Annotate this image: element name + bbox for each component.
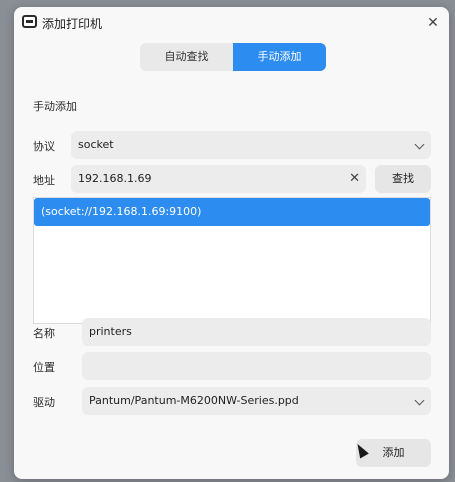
driver-value: Pantum/Pantum-M6200NW-Series.ppd	[89, 394, 299, 407]
protocol-value: socket	[78, 138, 114, 151]
close-icon[interactable]: ✕	[421, 11, 445, 35]
name-label: 名称	[33, 327, 55, 340]
tab-manual-add[interactable]: 手动添加	[233, 43, 326, 71]
chevron-down-icon	[414, 395, 425, 406]
address-input[interactable]: 192.168.1.69 ✕	[71, 165, 366, 193]
device-list: (socket://192.168.1.69:9100)	[33, 197, 431, 324]
driver-select[interactable]: Pantum/Pantum-M6200NW-Series.ppd	[82, 387, 431, 415]
name-input[interactable]: printers	[82, 318, 431, 346]
address-label: 地址	[33, 174, 55, 187]
search-button[interactable]: 查找	[375, 165, 431, 193]
window-title: 添加打印机	[42, 17, 103, 31]
location-input[interactable]	[82, 352, 431, 380]
tab-auto-find[interactable]: 自动查找	[140, 43, 233, 71]
protocol-select[interactable]: socket	[71, 131, 431, 159]
address-value: 192.168.1.69	[78, 172, 152, 185]
driver-label: 驱动	[33, 396, 55, 409]
list-item[interactable]: (socket://192.168.1.69:9100)	[34, 198, 430, 226]
name-value: printers	[89, 325, 132, 338]
chevron-down-icon	[414, 139, 425, 150]
protocol-label: 协议	[33, 140, 55, 153]
section-title: 手动添加	[33, 100, 77, 113]
printer-app-icon	[22, 15, 37, 28]
location-label: 位置	[33, 361, 55, 374]
mode-switch: 自动查找 手动添加	[140, 43, 326, 71]
add-printer-dialog: 添加打印机 ✕ 自动查找 手动添加 手动添加 协议 socket 地址 192.…	[14, 7, 449, 479]
clear-icon[interactable]: ✕	[349, 165, 360, 193]
titlebar: 添加打印机 ✕	[14, 7, 449, 39]
